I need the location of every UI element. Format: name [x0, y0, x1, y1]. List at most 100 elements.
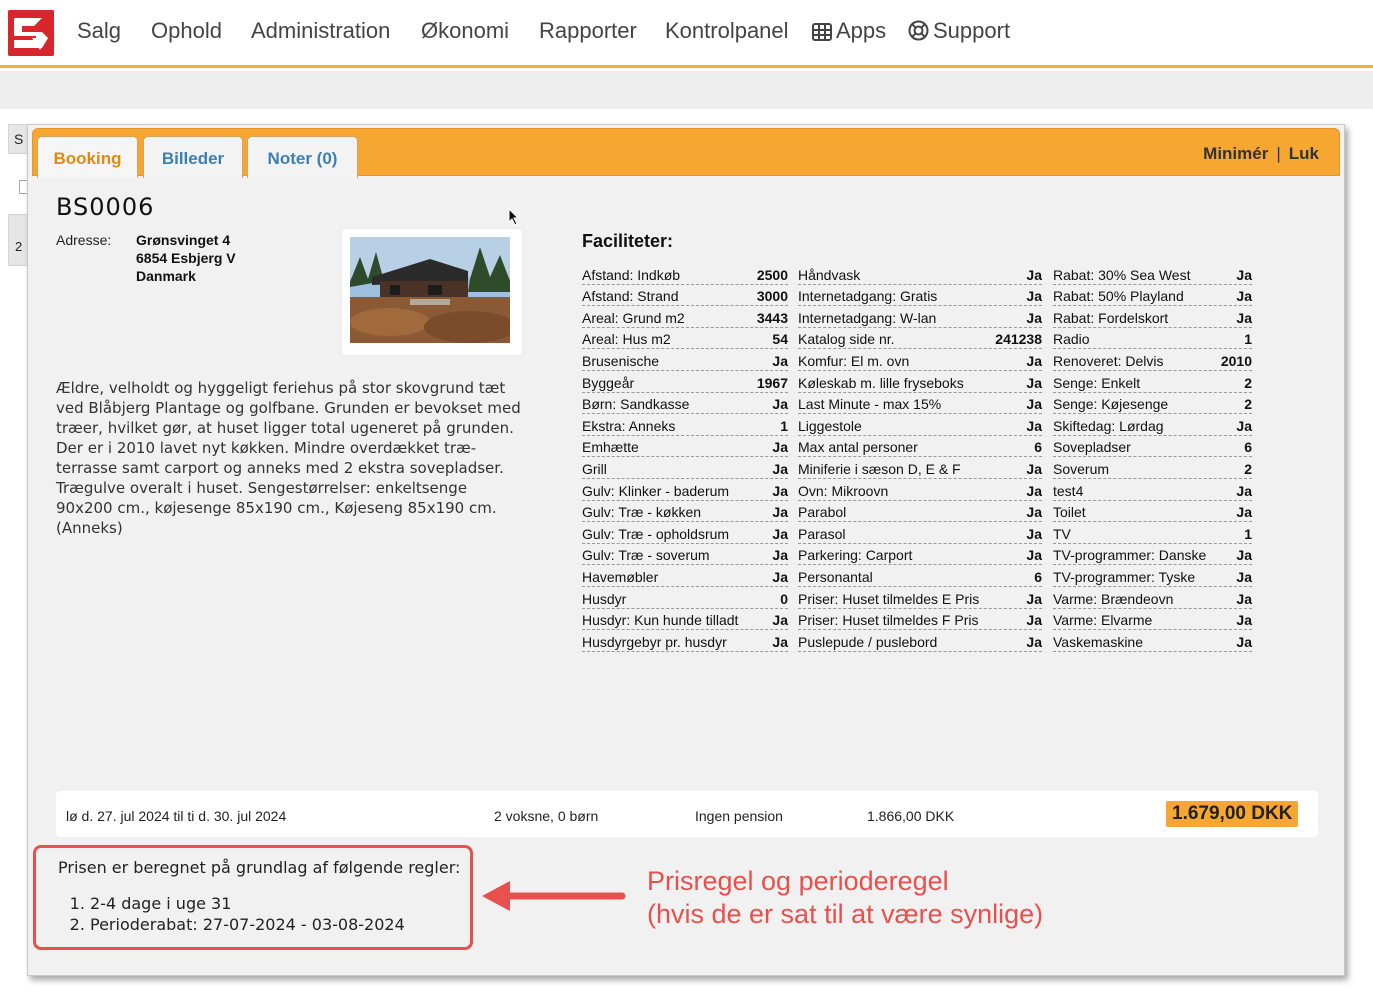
facility-label: Areal: Hus m2 [582, 331, 671, 348]
facility-row: Husdyr: Kun hunde tilladt Ja [582, 609, 788, 631]
brand-logo[interactable] [8, 10, 54, 56]
facility-label: Rabat: 50% Playland [1053, 288, 1184, 305]
modal-actions: Minimér | Luk [1203, 144, 1319, 164]
nav-item-okonomi[interactable]: Økonomi [421, 18, 509, 44]
nav-item-support[interactable]: Support [908, 18, 1010, 47]
facility-row: Senge: Køjesenge 2 [1053, 393, 1252, 415]
facility-value: Ja [772, 525, 788, 542]
facility-value: Ja [1236, 288, 1252, 305]
facility-label: Renoveret: Delvis [1053, 352, 1164, 369]
facility-value: Ja [1236, 504, 1252, 521]
price-rules-list: 2-4 dage i uge 31 Perioderabat: 27-07-20… [58, 893, 470, 935]
nav-item-apps[interactable]: Apps [812, 18, 886, 47]
minimize-link[interactable]: Minimér [1203, 144, 1268, 163]
facility-label: Toilet [1053, 504, 1086, 521]
facility-row: Internetadgang: W-lan Ja [798, 306, 1042, 328]
facility-label: Afstand: Indkøb [582, 266, 681, 283]
facility-label: Senge: Enkelt [1053, 374, 1141, 391]
facility-row: Priser: Huset tilmeldes F Pris Ja [798, 609, 1042, 631]
facility-row: Varme: Brændeovn Ja [1053, 587, 1252, 609]
facility-value: 3443 [756, 309, 788, 326]
facility-value: Ja [772, 396, 788, 413]
facility-label: Afstand: Strand [582, 288, 679, 305]
facility-row: Renoveret: Delvis 2010 [1053, 349, 1252, 371]
modal-header: Booking Billeder Noter (0) Minimér | Luk [32, 128, 1340, 178]
facility-row: Radio 1 [1053, 328, 1252, 350]
facility-value: Ja [772, 612, 788, 629]
facility-label: TV-programmer: Danske [1053, 547, 1207, 564]
facility-label: Miniferie i sæson D, E & F [798, 460, 961, 477]
booking-persons: 2 voksne, 0 børn [494, 808, 599, 824]
facility-label: Puslepude / puslebord [798, 633, 938, 650]
facility-value: 2 [1244, 374, 1252, 391]
facility-label: Gulv: Klinker - baderum [582, 482, 730, 499]
facility-value: Ja [1026, 417, 1042, 434]
facility-row: Byggeår 1967 [582, 371, 788, 393]
facility-value: Ja [1026, 266, 1042, 283]
facility-value: 1 [1244, 525, 1252, 542]
annotation-line-2: (hvis de er sat til at være synlige) [647, 899, 1044, 929]
facility-value: 2010 [1220, 352, 1252, 369]
nav-item-rapporter[interactable]: Rapporter [539, 18, 637, 44]
facility-value: Ja [1236, 612, 1252, 629]
nav-item-salg[interactable]: Salg [77, 18, 121, 44]
facility-label: Skiftedag: Lørdag [1053, 417, 1164, 434]
tab-booking[interactable]: Booking [37, 136, 138, 178]
house-code: BS0006 [56, 193, 155, 221]
facility-row: Ovn: Mikroovn Ja [798, 479, 1042, 501]
facility-row: Sovepladser 6 [1053, 436, 1252, 458]
house-photo[interactable] [342, 229, 522, 355]
facility-label: Senge: Køjesenge [1053, 396, 1169, 413]
facility-label: Rabat: Fordelskort [1053, 309, 1169, 326]
close-link[interactable]: Luk [1289, 144, 1319, 163]
facility-label: Radio [1053, 331, 1090, 348]
facility-row: Internetadgang: Gratis Ja [798, 285, 1042, 307]
facility-row: Rabat: 30% Sea West Ja [1053, 263, 1252, 285]
facility-label: Husdyr [582, 590, 627, 607]
facility-label: test4 [1053, 482, 1084, 499]
address-street: Grønsvinget 4 [136, 232, 231, 248]
facility-value: Ja [1026, 525, 1042, 542]
facility-value: Ja [772, 633, 788, 650]
facility-row: Rabat: Fordelskort Ja [1053, 306, 1252, 328]
house-details-modal: Booking Billeder Noter (0) Minimér | Luk B… [27, 124, 1345, 976]
nav-item-administration[interactable]: Administration [251, 18, 390, 44]
tab-billeder[interactable]: Billeder [143, 136, 243, 178]
facility-label: Gulv: Træ - opholdsrum [582, 525, 730, 542]
price-rules-box: Prisen er beregnet på grundlag af følgen… [33, 845, 473, 950]
facility-label: Komfur: El m. ovn [798, 352, 910, 369]
nav-item-kontrolpanel[interactable]: Kontrolpanel [665, 18, 789, 44]
facility-label: Liggestole [798, 417, 862, 434]
facility-value: 6 [1034, 568, 1042, 585]
facility-value: 3000 [756, 288, 788, 305]
facility-row: Husdyr 0 [582, 587, 788, 609]
address-country: Danmark [136, 268, 196, 284]
facility-row: TV 1 [1053, 522, 1252, 544]
facility-row: Emhætte Ja [582, 436, 788, 458]
facilities-title: Faciliteter: [582, 231, 674, 251]
booking-summary: lø d. 27. jul 2024 til ti d. 30. jul 202… [56, 791, 1318, 837]
facility-row: Priser: Huset tilmeldes E Pris Ja [798, 587, 1042, 609]
facility-row: Personantal 6 [798, 565, 1042, 587]
facility-row: Skiftedag: Lørdag Ja [1053, 414, 1252, 436]
facility-row: Max antal personer 6 [798, 436, 1042, 458]
nav-item-ophold[interactable]: Ophold [151, 18, 222, 44]
original-price: 1.866,00 DKK [867, 808, 955, 824]
facility-row: Parabol Ja [798, 501, 1042, 523]
tab-noter[interactable]: Noter (0) [247, 136, 358, 178]
facility-value: Ja [1236, 482, 1252, 499]
address-city: 6854 Esbjerg V [136, 250, 236, 266]
lifebuoy-icon [908, 20, 929, 47]
facility-label: TV-programmer: Tyske [1053, 568, 1196, 585]
facility-label: Køleskab m. lille fryseboks [798, 374, 964, 391]
facility-value: Ja [772, 482, 788, 499]
facility-row: Havemøbler Ja [582, 565, 788, 587]
facility-row: Afstand: Indkøb 2500 [582, 263, 788, 285]
facility-row: Parkering: Carport Ja [798, 544, 1042, 566]
facility-label: Sovepladser [1053, 439, 1131, 456]
facilities-column-3: Rabat: 30% Sea West Ja Rabat: 50% Playland… [1053, 263, 1252, 652]
facility-label: Priser: Huset tilmeldes F Pris [798, 612, 979, 629]
facility-label: Havemøbler [582, 568, 659, 585]
facility-value: Ja [772, 504, 788, 521]
separator: | [1276, 144, 1281, 163]
